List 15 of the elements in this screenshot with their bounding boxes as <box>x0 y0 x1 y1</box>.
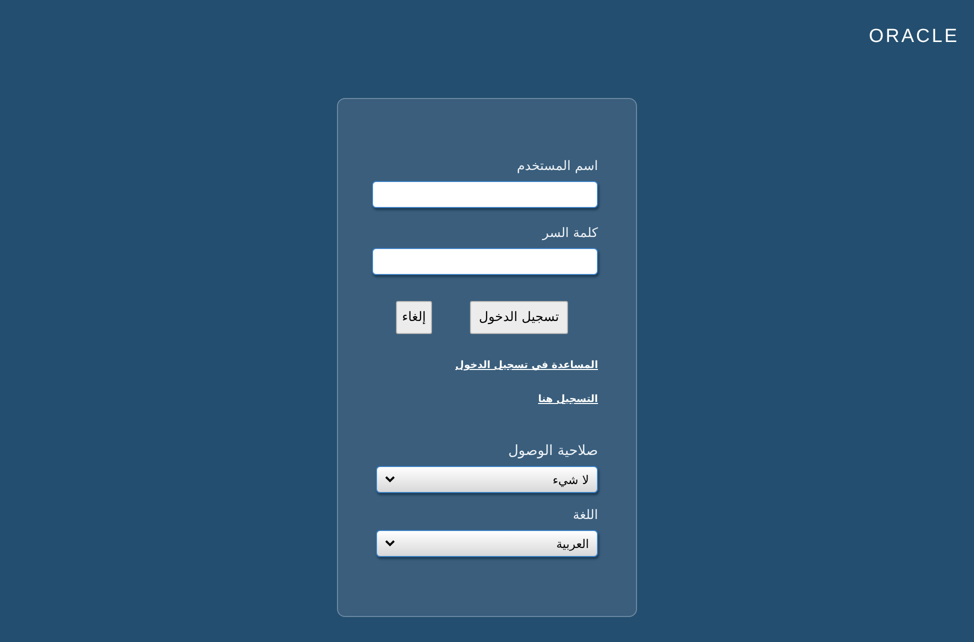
language-select[interactable]: العربية <box>376 530 598 557</box>
link[interactable]: التسجيل هنا <box>538 393 598 406</box>
field-label: كلمة السر <box>541 226 598 242</box>
password-field[interactable] <box>372 248 598 275</box>
cancel-button[interactable]: إلغاء <box>396 301 432 334</box>
oracle-logo: ORACLE <box>868 27 959 47</box>
field-label: اللغة <box>572 508 598 524</box>
field-label: صلاحية الوصول <box>507 442 598 460</box>
link[interactable]: المساعدة في تسجيل الدخول <box>455 359 598 372</box>
access-select[interactable]: لا شيء <box>376 466 598 493</box>
username-field[interactable] <box>372 181 598 208</box>
chevron-down-icon <box>385 540 395 547</box>
field-label: اسم المستخدم <box>516 159 598 175</box>
chevron-down-icon <box>385 476 395 483</box>
login-button[interactable]: تسجيل الدخول <box>470 301 568 334</box>
